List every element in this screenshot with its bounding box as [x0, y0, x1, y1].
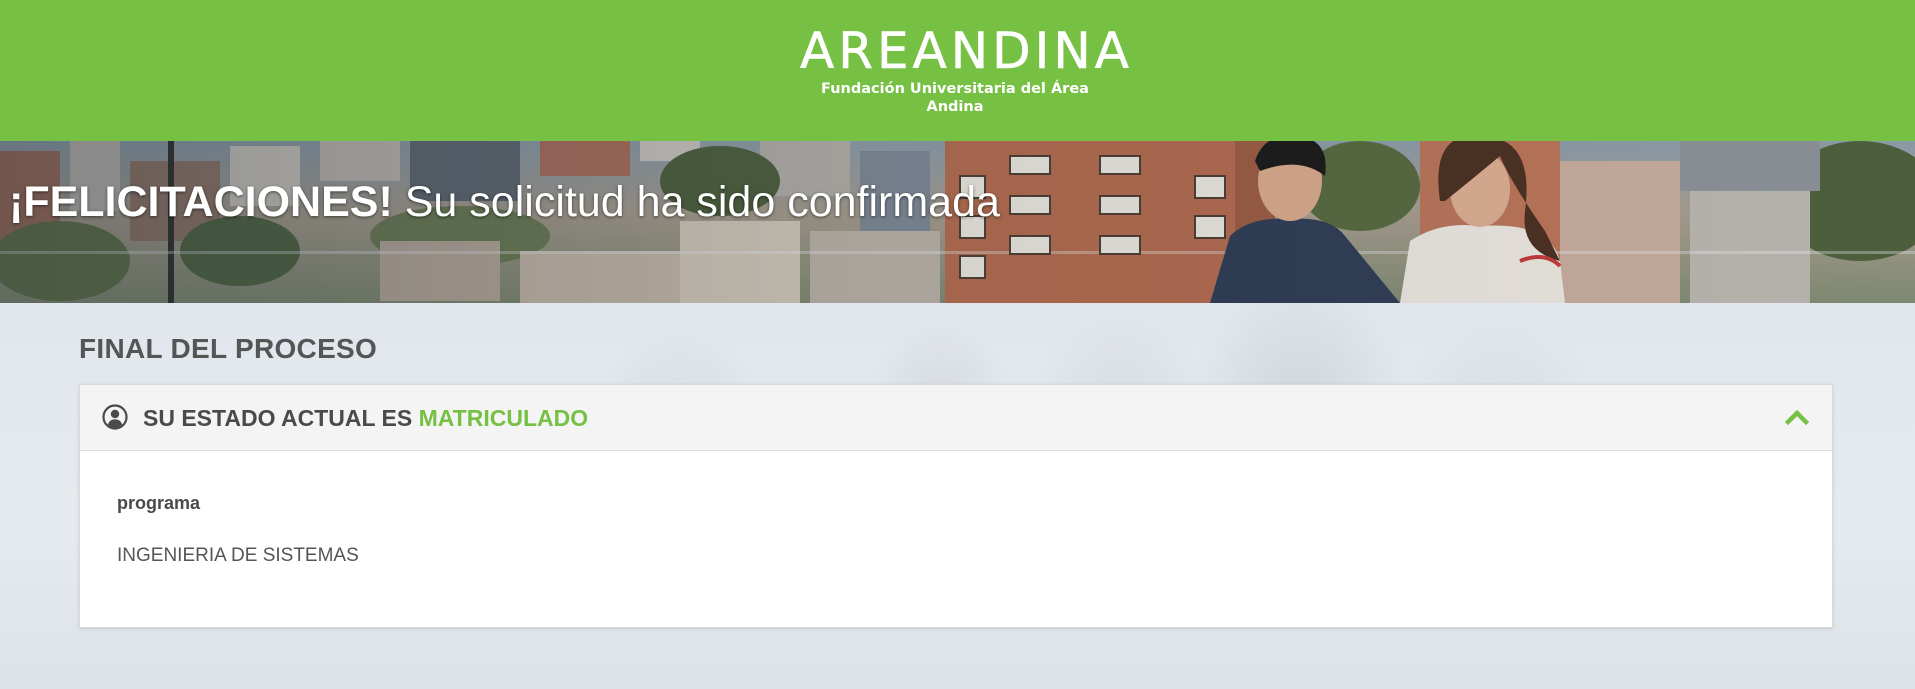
status-value: MATRICULADO	[418, 405, 589, 431]
page: AREANDINA Fundación Universitaria del Ár…	[0, 0, 1915, 689]
hero-banner: ¡FELICITACIONES! Su solicitud ha sido co…	[0, 141, 1915, 303]
status-panel: SU ESTADO ACTUAL ES MATRICULADO programa…	[79, 384, 1833, 628]
status-heading-prefix: SU ESTADO ACTUAL ES	[143, 405, 413, 431]
program-label: programa	[117, 493, 201, 513]
status-panel-header[interactable]: SU ESTADO ACTUAL ES MATRICULADO	[80, 385, 1832, 451]
program-value: INGENIERIA DE SISTEMAS	[117, 545, 359, 566]
status-heading: SU ESTADO ACTUAL ES MATRICULADO	[143, 403, 588, 433]
logo-subtitle: Fundación Universitaria del Área Andina	[821, 81, 1089, 115]
congratulations-text: ¡FELICITACIONES!	[9, 178, 393, 226]
logo-wordmark: AREANDINA	[800, 22, 1133, 80]
section-title: FINAL DEL PROCESO	[79, 333, 378, 364]
chevron-up-icon[interactable]	[1785, 405, 1809, 429]
confirmation-title: ¡FELICITACIONES! Su solicitud ha sido co…	[9, 177, 1000, 227]
top-header: AREANDINA Fundación Universitaria del Ár…	[0, 0, 1915, 141]
confirmation-text: Su solicitud ha sido confirmada	[404, 178, 1000, 226]
user-circle-icon	[102, 404, 128, 430]
areandina-logo[interactable]: AREANDINA Fundación Universitaria del Ár…	[800, 22, 1133, 116]
